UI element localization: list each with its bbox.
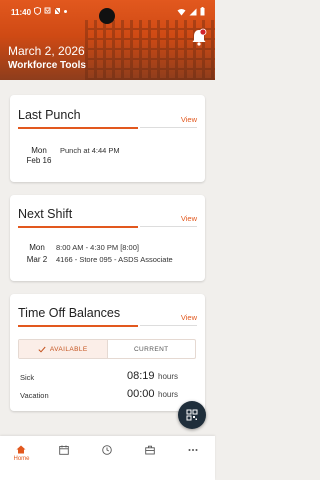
balance-unit: hours <box>158 390 179 399</box>
more-horizontal-icon <box>188 449 198 451</box>
check-icon <box>38 346 46 353</box>
next-shift-date: Mar 2 <box>26 255 48 264</box>
battery-icon <box>200 7 205 16</box>
nav-home[interactable]: Home <box>0 436 43 480</box>
nav-clock[interactable] <box>86 436 129 480</box>
last-punch-view-link[interactable]: View <box>181 115 197 124</box>
status-time: 11:40 <box>11 8 32 17</box>
next-shift-divider <box>140 226 197 227</box>
last-punch-detail: Punch at 4:44 PM <box>60 146 120 155</box>
tab-current[interactable]: CURRENT <box>106 340 196 358</box>
briefcase-icon <box>145 445 155 455</box>
no-sim-icon <box>54 7 61 15</box>
last-punch-date: Feb 16 <box>26 156 52 165</box>
notification-bell-icon[interactable] <box>191 28 207 46</box>
nav-home-label: Home <box>13 456 30 462</box>
sync-icon <box>44 7 51 14</box>
balance-value: 00:00 <box>127 388 155 400</box>
last-punch-day: Mon <box>31 146 47 155</box>
next-shift-location: 4166 - Store 095 - ASDS Associate <box>56 255 173 264</box>
balance-label: Sick <box>20 373 35 382</box>
next-shift-day: Mon <box>29 243 45 252</box>
last-punch-title: Last Punch <box>18 108 81 122</box>
tab-available-label: AVAILABLE <box>49 345 88 353</box>
camera-cutout <box>99 8 115 24</box>
next-shift-card: Next Shift View Mon Mar 2 8:00 AM - 4:30… <box>10 195 205 281</box>
time-off-title-underline <box>18 325 138 327</box>
time-off-divider <box>140 325 197 326</box>
wifi-icon <box>177 8 186 15</box>
balance-unit: hours <box>158 372 179 381</box>
last-punch-divider <box>140 127 197 128</box>
last-punch-card: Last Punch View Mon Feb 16 Punch at 4:44… <box>10 95 205 182</box>
time-off-view-link[interactable]: View <box>181 313 197 322</box>
bottom-nav: Home <box>0 436 215 480</box>
balance-value: 08:19 <box>127 370 155 382</box>
shield-icon <box>34 7 41 15</box>
next-shift-view-link[interactable]: View <box>181 214 197 223</box>
clock-icon <box>102 445 112 455</box>
last-punch-title-underline <box>18 127 138 129</box>
calendar-icon <box>59 445 69 455</box>
balance-row-vacation: Vacation 00:00 hours <box>20 387 195 403</box>
balance-row-sick: Sick 08:19 hours <box>20 369 195 385</box>
tab-current-label: CURRENT <box>133 345 169 353</box>
nav-more[interactable] <box>172 436 215 480</box>
home-icon <box>16 445 26 454</box>
next-shift-title: Next Shift <box>18 207 73 221</box>
time-off-title: Time Off Balances <box>18 306 121 320</box>
signal-icon <box>189 8 197 15</box>
header-date: March 2, 2026 <box>8 44 85 58</box>
qr-code-icon <box>186 409 198 421</box>
qr-code-fab[interactable] <box>178 401 206 429</box>
next-shift-time: 8:00 AM - 4:30 PM [8:00] <box>56 243 139 252</box>
dot-icon <box>64 10 67 13</box>
header-subtitle: Workforce Tools <box>8 60 86 71</box>
nav-briefcase[interactable] <box>129 436 172 480</box>
time-off-card: Time Off Balances View AVAILABLE CURRENT… <box>10 294 205 411</box>
balance-label: Vacation <box>20 391 49 400</box>
balance-tabs: AVAILABLE CURRENT <box>18 339 196 359</box>
nav-calendar[interactable] <box>43 436 86 480</box>
next-shift-title-underline <box>18 226 138 228</box>
tab-available[interactable]: AVAILABLE <box>19 340 107 358</box>
